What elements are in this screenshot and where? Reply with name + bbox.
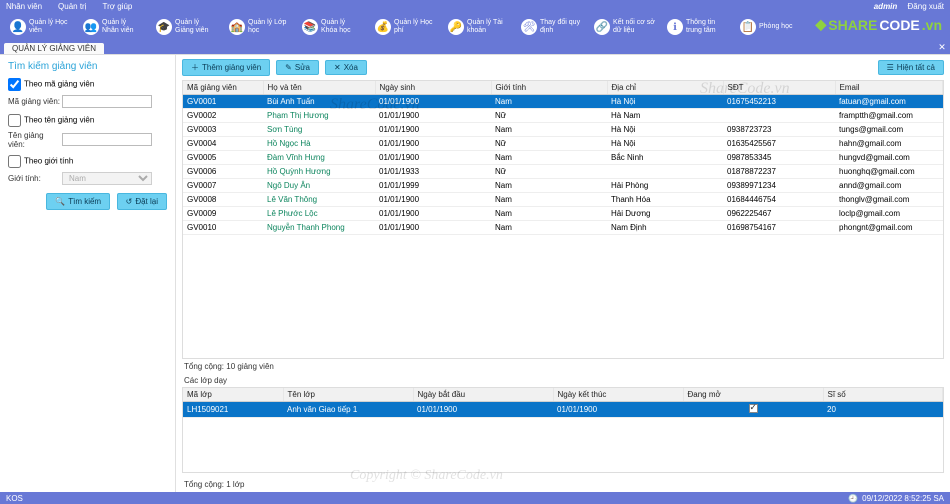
ribbon-icon: 🏫	[229, 19, 245, 35]
table-row[interactable]: GV0002Phạm Thị Hương01/01/1900NữHà Namfr…	[183, 109, 943, 123]
table-row[interactable]: GV0005Đàm Vĩnh Hưng01/01/1900NamBắc Ninh…	[183, 151, 943, 165]
grid-toolbar: ＋Thêm giảng viên ✎Sửa ✕Xóa ☰Hiện tất cả	[176, 55, 950, 80]
top-menu-bar: Nhân viên Quản trị Trợ giúp admin Đăng xuấ…	[0, 0, 950, 12]
list-icon: ☰	[887, 63, 894, 72]
edit-teacher-button[interactable]: ✎Sửa	[276, 60, 319, 75]
status-bar: KOS 🕘 09/12/2022 8:52:25 SA	[0, 492, 950, 504]
delete-teacher-button[interactable]: ✕Xóa	[325, 60, 367, 75]
filter-by-id-checkbox[interactable]	[8, 78, 21, 91]
class-grid[interactable]: Mã lớpTên lớpNgày bắt đầuNgày kết thúcĐa…	[182, 387, 944, 473]
teacher-grid[interactable]: Mã giảng viênHọ và tênNgày sinhGiới tính…	[182, 80, 944, 359]
ribbon-button[interactable]: 🔗Kết nối cơ sở dữ liệu	[588, 17, 661, 37]
column-header[interactable]: Giới tính	[491, 81, 607, 95]
logout-link[interactable]: Đăng xuất	[908, 2, 944, 11]
column-header[interactable]: Ngày kết thúc	[553, 388, 683, 402]
column-header[interactable]: SĐT	[723, 81, 835, 95]
ribbon-button[interactable]: 📋Phòng học	[734, 17, 798, 37]
column-header[interactable]: Email	[835, 81, 943, 95]
top-menu-left: Nhân viên Quản trị Trợ giúp	[6, 2, 148, 11]
table-row[interactable]: GV0003Sơn Tùng01/01/1900NamHà Nội0938723…	[183, 123, 943, 137]
table-row[interactable]: LH1509021Anh văn Giao tiếp 101/01/190001…	[183, 402, 943, 418]
column-header[interactable]: Họ và tên	[263, 81, 375, 95]
status-time: 09/12/2022 8:52:25 SA	[862, 494, 944, 503]
ribbon-toolbar: 👤Quản lý Học viên👥Quản lý Nhân viên🎓Quản…	[0, 12, 950, 42]
column-header[interactable]: Địa chỉ	[607, 81, 723, 95]
gender-select[interactable]: Nam	[62, 172, 152, 185]
top-menu-item[interactable]: Nhân viên	[6, 2, 42, 11]
table-row[interactable]: GV0001Bùi Anh Tuấn01/01/1900NamHà Nội016…	[183, 95, 943, 109]
plus-icon: ＋	[191, 62, 199, 73]
ribbon-button[interactable]: 👥Quản lý Nhân viên	[77, 17, 150, 37]
ribbon-button[interactable]: 💰Quản lý Học phí	[369, 17, 442, 37]
ribbon-button[interactable]: 📚Quản lý Khóa học	[296, 17, 369, 37]
ribbon-button[interactable]: 🛠Thay đổi quy định	[515, 17, 588, 37]
tab-teacher-mgmt[interactable]: QUẢN LÝ GIẢNG VIÊN	[4, 43, 104, 54]
teacher-id-input[interactable]	[62, 95, 152, 108]
top-menu-right: admin Đăng xuất	[866, 2, 944, 11]
current-user: admin	[874, 2, 898, 11]
pencil-icon: ✎	[285, 63, 292, 72]
ribbon-icon: 🛠	[521, 19, 537, 35]
filter-by-gender-checkbox[interactable]	[8, 155, 21, 168]
column-header[interactable]: Ngày bắt đầu	[413, 388, 553, 402]
ribbon-icon: 🔗	[594, 19, 610, 35]
brand-icon: ◆	[816, 16, 827, 33]
workspace: Tìm kiếm giảng viên Theo mã giảng viên M…	[0, 54, 950, 492]
ribbon-button[interactable]: 👤Quản lý Học viên	[4, 17, 77, 37]
table-row[interactable]: GV0007Ngô Duy Ân01/01/1999NamHải Phòng09…	[183, 179, 943, 193]
main-panel: ＋Thêm giảng viên ✎Sửa ✕Xóa ☰Hiện tất cả …	[176, 55, 950, 492]
ribbon-icon: 💰	[375, 19, 391, 35]
reset-icon: ↺	[126, 197, 133, 206]
table-row[interactable]: GV0006Hồ Quỳnh Hương01/01/1933Nữ01878872…	[183, 165, 943, 179]
clock-icon: 🕘	[848, 494, 858, 503]
search-button[interactable]: 🔍Tìm kiếm	[46, 193, 110, 210]
table-row[interactable]: GV0008Lê Văn Thông01/01/1900NamThanh Hóa…	[183, 193, 943, 207]
top-menu-item[interactable]: Trợ giúp	[103, 2, 133, 11]
search-sidebar: Tìm kiếm giảng viên Theo mã giảng viên M…	[0, 55, 176, 492]
table-row[interactable]: GV0010Nguyễn Thanh Phong01/01/1900NamNam…	[183, 221, 943, 235]
ribbon-button[interactable]: 🎓Quản lý Giảng viên	[150, 17, 223, 37]
ribbon-icon: 📋	[740, 19, 756, 35]
table-row[interactable]: GV0004Hồ Ngọc Hà01/01/1900NữHà Nội016354…	[183, 137, 943, 151]
reset-button[interactable]: ↺Đặt lại	[117, 193, 167, 210]
ribbon-icon: 🔑	[448, 19, 464, 35]
table-row[interactable]: GV0009Lê Phước Lộc01/01/1900NamHải Dương…	[183, 207, 943, 221]
column-header[interactable]: Tên lớp	[283, 388, 413, 402]
column-header[interactable]: Ngày sinh	[375, 81, 491, 95]
class-grid-total: Tổng cộng: 1 lớp	[176, 477, 950, 492]
status-left: KOS	[6, 494, 23, 503]
ribbon-icon: ℹ	[667, 19, 683, 35]
brand-logo: ◆ SHARECODE.vn	[816, 16, 942, 33]
column-header[interactable]: Đang mở	[683, 388, 823, 402]
sidebar-heading: Tìm kiếm giảng viên	[8, 61, 167, 72]
ribbon-icon: 🎓	[156, 19, 172, 35]
search-icon: 🔍	[55, 197, 65, 206]
ribbon-button[interactable]: 🔑Quản lý Tài khoản	[442, 17, 515, 37]
add-teacher-button[interactable]: ＋Thêm giảng viên	[182, 59, 270, 76]
ribbon-icon: 📚	[302, 19, 318, 35]
ribbon-icon: 👤	[10, 19, 26, 35]
show-all-button[interactable]: ☰Hiện tất cả	[878, 60, 944, 75]
column-header[interactable]: Sĩ số	[823, 388, 943, 402]
teacher-grid-total: Tổng cộng: 10 giảng viên	[176, 359, 950, 374]
filter-by-name-checkbox[interactable]	[8, 114, 21, 127]
classes-subheading: Các lớp dạy	[176, 374, 950, 387]
column-header[interactable]: Mã giảng viên	[183, 81, 263, 95]
document-tabs: QUẢN LÝ GIẢNG VIÊN ✕	[0, 42, 950, 54]
ribbon-icon: 👥	[83, 19, 99, 35]
ribbon-button[interactable]: ℹThông tin trung tâm	[661, 17, 734, 37]
x-icon: ✕	[334, 63, 341, 72]
tab-close-button[interactable]: ✕	[936, 42, 948, 54]
ribbon-button[interactable]: 🏫Quản lý Lớp học	[223, 17, 296, 37]
teacher-name-input[interactable]	[62, 133, 152, 146]
column-header[interactable]: Mã lớp	[183, 388, 283, 402]
top-menu-item[interactable]: Quản trị	[58, 2, 86, 11]
